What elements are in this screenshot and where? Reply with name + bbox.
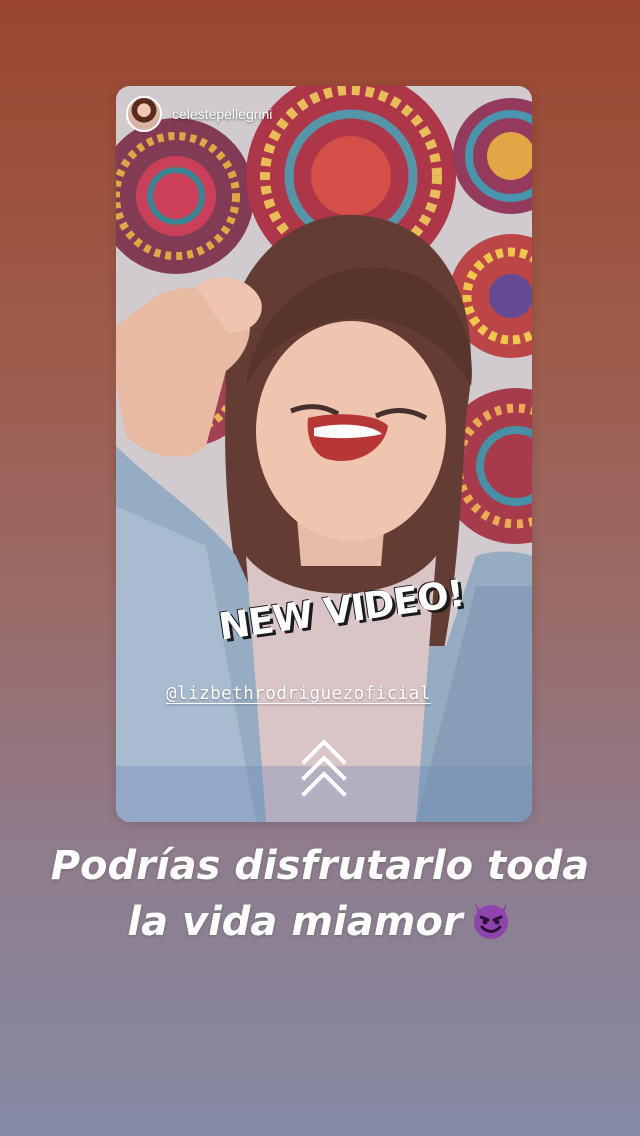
story-author[interactable]: celestepellegrini [126, 96, 272, 132]
author-username[interactable]: celestepellegrini [172, 106, 272, 122]
caption-line-2: la vida miamor [127, 899, 463, 945]
author-avatar[interactable] [126, 96, 162, 132]
swipe-up-chevrons-icon[interactable] [300, 736, 348, 806]
story-screen: celestepellegrini NEW VIDEO! @lizbethrod… [0, 0, 640, 1136]
mention-link[interactable]: @lizbethrodriguezoficial [166, 684, 431, 704]
story-photo [116, 86, 532, 822]
caption-line-2-row: la vida miamor [0, 894, 640, 950]
story-caption: Podrías disfrutarlo toda la vida miamor [0, 838, 640, 950]
shared-story-card[interactable]: celestepellegrini NEW VIDEO! @lizbethrod… [116, 86, 532, 822]
caption-line-1: Podrías disfrutarlo toda [50, 843, 590, 889]
smiling-devil-emoji-icon [473, 903, 508, 939]
